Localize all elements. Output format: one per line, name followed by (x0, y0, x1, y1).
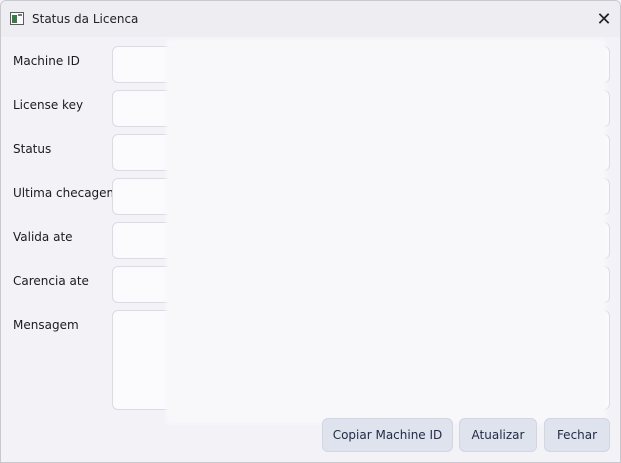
close-button[interactable]: Fechar (544, 418, 610, 452)
license-status-window: Status da Licenca ✕ Machine ID License k… (0, 0, 621, 463)
blurred-overlay (166, 39, 606, 424)
close-icon: ✕ (596, 8, 612, 30)
title-bar: Status da Licenca ✕ (1, 1, 620, 37)
window-title: Status da Licenca (32, 12, 139, 26)
message-label: Mensagem (13, 318, 79, 332)
license-key-label: License key (13, 98, 84, 112)
status-label: Status (13, 142, 52, 156)
refresh-button[interactable]: Atualizar (459, 418, 537, 452)
last-check-label: Ultima checagem (13, 186, 119, 200)
valid-until-label: Valida ate (13, 230, 73, 244)
grace-until-label: Carencia ate (13, 274, 89, 288)
close-window-button[interactable]: ✕ (588, 1, 620, 37)
machine-id-label: Machine ID (13, 54, 80, 68)
copy-machine-id-button[interactable]: Copiar Machine ID (322, 418, 453, 452)
app-icon (10, 12, 24, 25)
